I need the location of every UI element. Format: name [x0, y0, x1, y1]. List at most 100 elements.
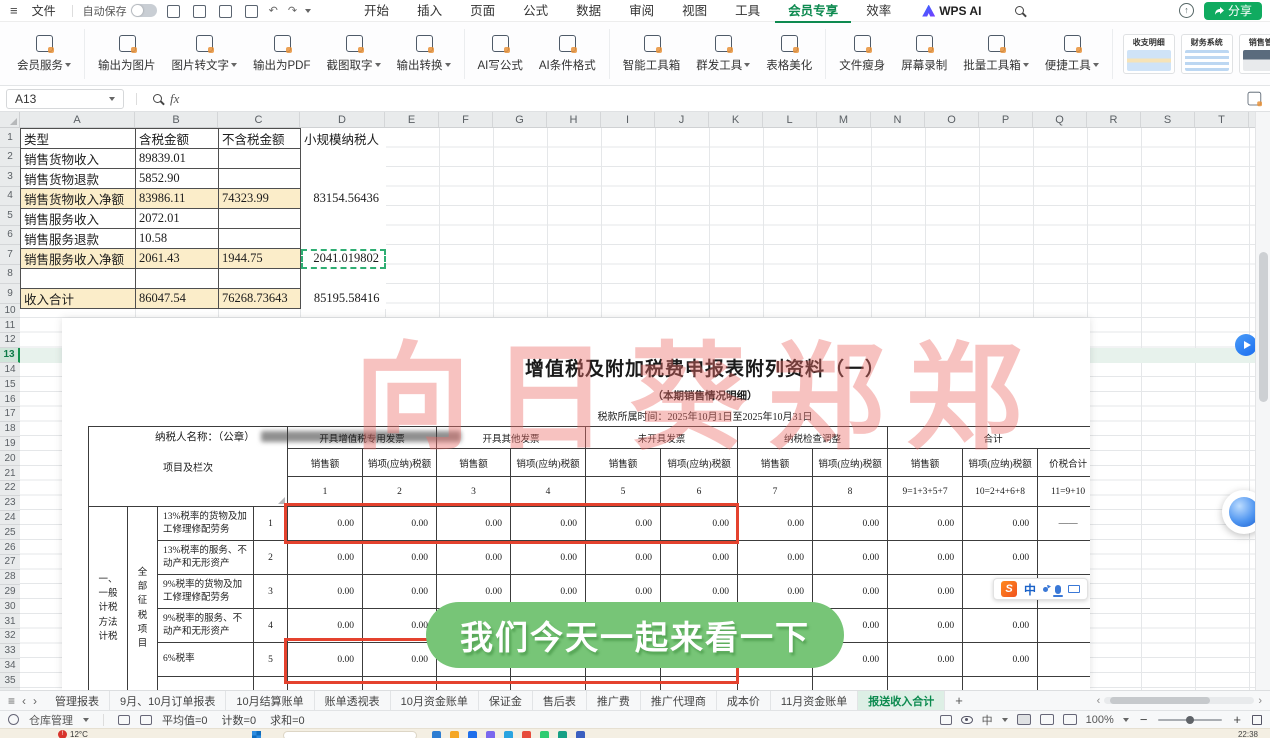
share-button[interactable]: 分享 [1203, 1, 1262, 20]
tool-截图取字[interactable]: 截图取字 [327, 34, 381, 73]
sheet-tab-11月资金账单[interactable]: 11月资金账单 [770, 691, 859, 710]
file-menu[interactable]: 文件 [26, 2, 62, 19]
vertical-scrollbar-thumb[interactable] [1259, 252, 1268, 402]
row-header-16[interactable]: 16 [0, 392, 20, 408]
row-header-11[interactable]: 11 [0, 318, 20, 334]
column-header-R[interactable]: R [1087, 112, 1141, 127]
cell-B7[interactable]: 2061.43 [135, 248, 219, 269]
row-header-7[interactable]: 7 [0, 245, 20, 265]
cell-A4[interactable]: 销售货物收入净额 [20, 188, 136, 209]
cell-C2[interactable] [218, 148, 301, 169]
normal-view-button[interactable] [1016, 714, 1031, 725]
table-tools-icon[interactable] [939, 714, 952, 725]
menu-审阅[interactable]: 审阅 [616, 0, 667, 23]
sheet-tab-10月资金账单[interactable]: 10月资金账单 [390, 691, 479, 710]
page-break-view-button[interactable] [1062, 714, 1077, 725]
sheet-tab-账单透视表[interactable]: 账单透视表 [314, 691, 391, 710]
template-card[interactable]: 收支明细 [1122, 33, 1175, 74]
taskbar-app-icon[interactable] [486, 731, 495, 738]
microphone-icon[interactable] [1053, 584, 1064, 597]
zoom-out-formula-icon[interactable] [153, 94, 162, 103]
language-indicator[interactable]: 中 [982, 712, 993, 728]
template-card[interactable]: 财务系统 [1180, 33, 1233, 74]
row-header-22[interactable]: 22 [0, 481, 20, 496]
taskbar-search-box[interactable] [283, 731, 417, 738]
filter-pane-icon[interactable] [1246, 91, 1262, 106]
column-header-I[interactable]: I [601, 112, 655, 127]
ime-cursor-icon[interactable] [1043, 586, 1049, 592]
keyboard-icon[interactable] [1068, 585, 1081, 593]
tab-next-icon[interactable]: › [33, 694, 37, 708]
row-header-26[interactable]: 26 [0, 540, 20, 556]
zoom-chevron-icon[interactable] [1122, 717, 1129, 722]
column-header-H[interactable]: H [547, 112, 601, 127]
cell-B4[interactable]: 83986.11 [135, 188, 219, 209]
column-header-B[interactable]: B [135, 112, 218, 127]
column-headers[interactable]: ABCDEFGHIJKLMNOPQRST [0, 112, 1255, 128]
column-header-J[interactable]: J [655, 112, 709, 127]
cell-C4[interactable]: 74323.99 [218, 188, 301, 209]
taskbar-app-icon[interactable] [540, 731, 549, 738]
cell-B5[interactable]: 2072.01 [135, 208, 219, 229]
menu-开始[interactable]: 开始 [351, 0, 402, 23]
row-header-12[interactable]: 12 [0, 333, 20, 348]
cell-C1[interactable]: 不含税金额 [218, 128, 301, 149]
tool-输出为PDF[interactable]: 输出为PDF [253, 34, 311, 73]
column-header-D[interactable]: D [300, 112, 385, 127]
tool-AI条件格式[interactable]: AI条件格式 [539, 34, 596, 73]
row-header-10[interactable]: 10 [0, 304, 20, 319]
select-all-corner[interactable] [0, 112, 20, 127]
outline-icon[interactable] [140, 714, 152, 725]
upgrade-icon[interactable]: ↑ [1178, 3, 1194, 18]
row-header-2[interactable]: 2 [0, 148, 20, 167]
row-header-23[interactable]: 23 [0, 496, 20, 511]
sheet-tab-10月结算账单[interactable]: 10月结算账单 [226, 691, 315, 710]
cell-B6[interactable]: 10.58 [135, 228, 219, 249]
tool-文件瘦身[interactable]: 文件瘦身 [839, 34, 885, 73]
taskbar-app-icon[interactable] [558, 731, 567, 738]
row-header-5[interactable]: 5 [0, 206, 20, 226]
tool-便捷工具[interactable]: 便捷工具 [1045, 34, 1099, 73]
menu-插入[interactable]: 插入 [404, 0, 455, 23]
column-header-S[interactable]: S [1141, 112, 1195, 127]
column-header-L[interactable]: L [763, 112, 817, 127]
column-header-T[interactable]: T [1195, 112, 1249, 127]
tool-会员服务[interactable]: 会员服务 [17, 34, 71, 73]
zoom-in-button[interactable]: + [1231, 712, 1243, 727]
row-header-27[interactable]: 27 [0, 555, 20, 570]
row-header-15[interactable]: 15 [0, 377, 20, 393]
cell-C5[interactable] [218, 208, 301, 229]
column-header-G[interactable]: G [493, 112, 547, 127]
taskbar-app-icon[interactable] [522, 731, 531, 738]
sheet-tab-9月、10月订单报表[interactable]: 9月、10月订单报表 [110, 691, 227, 710]
taskbar-app-icon[interactable] [468, 731, 477, 738]
cell-B8[interactable] [135, 268, 219, 289]
tab-prev-icon[interactable]: ‹ [22, 694, 26, 708]
cell-C9[interactable]: 76268.73643 [218, 287, 301, 309]
column-header-Q[interactable]: Q [1033, 112, 1087, 127]
tool-AI写公式[interactable]: AI写公式 [478, 34, 523, 73]
sheet-tab-成本价[interactable]: 成本价 [716, 691, 771, 710]
menu-视图[interactable]: 视图 [669, 0, 720, 23]
mode-circle-icon[interactable] [8, 714, 19, 725]
row-header-20[interactable]: 20 [0, 451, 20, 467]
cell-C8[interactable] [218, 268, 301, 289]
horizontal-scrollbar-thumb[interactable] [1110, 697, 1211, 704]
warehouse-chevron-icon[interactable] [83, 717, 89, 722]
row-header-14[interactable]: 14 [0, 363, 20, 378]
cell-D1[interactable]: 小规模纳税人 [301, 129, 386, 149]
column-header-F[interactable]: F [439, 112, 493, 127]
taskbar-app-icon[interactable] [504, 731, 513, 738]
cell-C6[interactable] [218, 228, 301, 249]
cell-D8[interactable] [301, 269, 386, 289]
print-icon[interactable] [217, 4, 233, 18]
cell-B1[interactable]: 含税金额 [135, 128, 219, 149]
hscroll-right-icon[interactable]: › [1258, 695, 1262, 707]
row-header-9[interactable]: 9 [0, 284, 20, 304]
save-icon[interactable] [165, 4, 181, 18]
search-icon[interactable] [1015, 6, 1025, 15]
menu-工具[interactable]: 工具 [722, 0, 773, 23]
row-header-1[interactable]: 1 [0, 128, 20, 148]
cell-A5[interactable]: 销售服务收入 [20, 208, 136, 229]
column-header-O[interactable]: O [925, 112, 979, 127]
